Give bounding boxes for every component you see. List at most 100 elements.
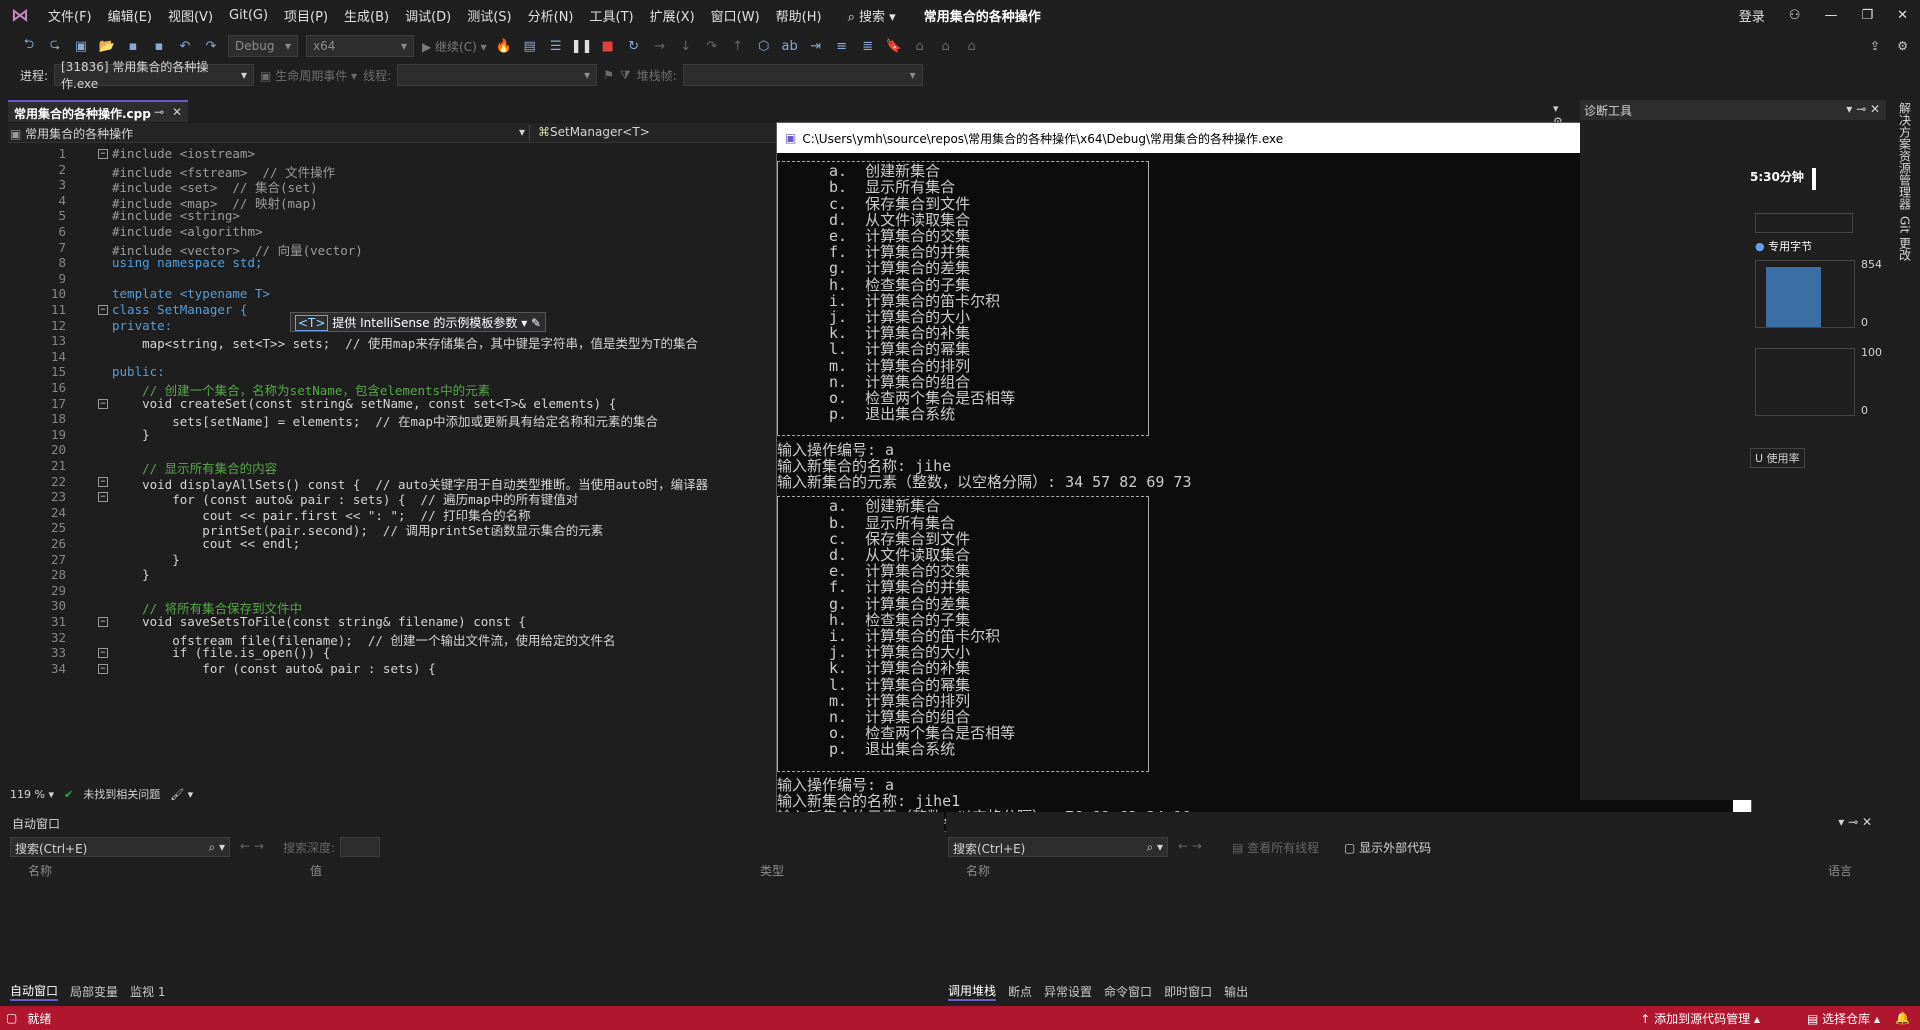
thread-select[interactable]: ▾ [397,64,598,86]
select-repo-button[interactable]: ▤ 选择仓库 ▴ [1807,1010,1880,1027]
menu-extensions[interactable]: 扩展(X) [642,6,703,25]
save-all-icon[interactable]: ▪ [150,37,168,55]
restore-icon[interactable]: ❐ [1849,8,1885,23]
config-select[interactable]: Debug ▾ [228,35,298,57]
col-value[interactable]: 值 [310,862,760,882]
login-button[interactable]: 登录 [1727,6,1777,25]
zoom-select[interactable]: 119 % ▾ [10,788,54,801]
col-name[interactable]: 名称 [10,862,310,882]
fold-toggle-icon[interactable]: − [98,492,108,503]
tab-exception-settings[interactable]: 异常设置 [1044,983,1092,1000]
step-over-icon[interactable]: ↷ [703,37,721,55]
nav-project-dropdown[interactable]: ▣ 常用集合的各种操作 ▾ [10,125,530,141]
menu-build[interactable]: 生成(B) [336,6,397,25]
spell-icon[interactable]: ab [781,37,799,55]
step-out-icon[interactable]: ↑ [729,37,747,55]
tab-output[interactable]: 输出 [1224,983,1248,1000]
comment-icon[interactable]: ≡ [833,37,851,55]
add-source-control-button[interactable]: ↑ 添加到源代码管理 ▴ [1640,1010,1760,1027]
menu-tools[interactable]: 工具(T) [582,6,642,25]
fold-toggle-icon[interactable]: − [98,305,108,315]
fold-toggle-icon[interactable]: − [98,476,108,487]
hot-reload-icon[interactable]: 🔥 [495,37,513,55]
tab-breakpoints[interactable]: 断点 [1008,983,1032,1000]
tab-watch1[interactable]: 监视 1 [130,983,165,1000]
brush-icon[interactable]: 🖌 ▾ [170,788,193,801]
tab-immediate-window[interactable]: 即时窗口 [1164,983,1212,1000]
all-threads-button[interactable]: ▤ 查看所有线程 [1232,839,1319,856]
panel-controls-icon[interactable]: ▾ ⊸ ✕ [1838,815,1872,829]
minimize-icon[interactable]: — [1812,8,1849,23]
menu-help[interactable]: 帮助(H) [768,6,830,25]
pause-icon[interactable]: ❚❚ [571,37,593,55]
fold-toggle-icon[interactable]: − [98,398,108,409]
browse-icon[interactable]: ▤ [521,37,539,55]
indent-icon[interactable]: ⇥ [807,37,825,55]
nav-arrows-icon[interactable]: ← → [1178,839,1202,853]
issues-status[interactable]: 未找到相关问题 [83,786,160,802]
search-icon[interactable]: ⌕ ▾ [1146,840,1163,855]
menu-project[interactable]: 项目(P) [276,6,336,25]
col-language[interactable]: 语言 [1828,862,1852,882]
uncomment-icon[interactable]: ≣ [859,37,877,55]
menu-edit[interactable]: 编辑(E) [100,6,160,25]
notifications-icon[interactable]: 🔔 [1895,1011,1910,1025]
git-changes-tab[interactable]: Git 更改 [1897,216,1914,261]
menu-window[interactable]: 窗口(W) [703,6,768,25]
restart-icon[interactable]: ↻ [625,37,643,55]
search-button[interactable]: ⌕ 搜索 ▾ [840,6,904,25]
stack-frame-select[interactable]: ▾ [682,64,923,86]
solution-explorer-tab[interactable]: 解决方案资源管理器 [1897,102,1914,210]
fold-toggle-icon[interactable]: − [98,663,108,674]
panel-controls-icon[interactable]: ▾ ⊸ ✕ [1846,102,1880,116]
tab-command-window[interactable]: 命令窗口 [1104,983,1152,1000]
menu-git[interactable]: Git(G) [221,8,276,23]
cpu-usage-tab[interactable]: U 使用率 [1750,448,1805,468]
nav-arrows-icon[interactable]: ← → [240,839,264,853]
col-name[interactable]: 名称 [948,862,1828,882]
layout-icon[interactable]: ☰ [547,37,565,55]
menu-debug[interactable]: 调试(D) [397,6,459,25]
undo-icon[interactable]: ↶ [176,37,194,55]
save-icon[interactable]: ▪ [124,37,142,55]
vs-logo-icon[interactable]: ⋈ [0,0,40,30]
tab-autos[interactable]: 自动窗口 [10,982,59,1001]
stop-icon[interactable]: ■ [599,37,617,55]
tab-cpp-file[interactable]: 常用集合的各种操作.cpp ⊸ ✕ [8,100,188,122]
menu-test[interactable]: 测试(S) [459,6,519,25]
process-select[interactable]: [31836] 常用集合的各种操作.exe ▾ [54,60,255,91]
menu-analyze[interactable]: 分析(N) [520,6,582,25]
callstack-search-input[interactable]: 搜索(Ctrl+E) ⌕ ▾ [948,837,1168,857]
tab-callstack[interactable]: 调用堆栈 [948,982,997,1001]
fold-toggle-icon[interactable]: − [98,648,108,659]
menu-view[interactable]: 视图(V) [160,6,221,25]
forward-icon[interactable]: ⮎ [46,37,64,55]
step-into-icon[interactable]: ↓ [677,37,695,55]
back-icon[interactable]: ⮌ [20,37,38,55]
show-next-icon[interactable]: → [651,37,669,55]
flag-icon[interactable]: ⚑ [603,68,614,82]
col-type[interactable]: 类型 [760,862,910,882]
redo-icon[interactable]: ↷ [202,37,220,55]
breakpoint-icon[interactable]: ⬡ [755,37,773,55]
bookmark-next-icon[interactable]: ⌂ [937,37,955,55]
search-depth-select[interactable] [340,837,380,857]
pin-icon[interactable]: ⊸ [154,105,164,119]
edit-icon[interactable]: ✎ [531,316,541,330]
account-icon[interactable]: ⚇ [1777,8,1813,23]
search-icon[interactable]: ⌕ ▾ [208,840,225,855]
fold-toggle-icon[interactable]: − [98,149,108,159]
lifecycle-button[interactable]: ▣ 生命周期事件 ▾ [260,67,357,84]
tab-locals[interactable]: 局部变量 [70,983,118,1000]
external-code-button[interactable]: ▢ 显示外部代码 [1344,839,1431,856]
close-tab-icon[interactable]: ✕ [172,105,182,119]
continue-button[interactable]: ▶ 继续(C) ▾ [422,38,487,55]
filter-icon[interactable]: ⧩ [620,68,631,83]
bookmark-clear-icon[interactable]: ⌂ [963,37,981,55]
bookmark-prev-icon[interactable]: ⌂ [911,37,929,55]
code-editor[interactable]: 1− #include <iostream> 2 #include <fstream>… [8,143,778,783]
intellisense-template-hint[interactable]: <T> 提供 IntelliSense 的示例模板参数 ▾ ✎ [290,312,547,332]
platform-select[interactable]: x64 ▾ [306,35,414,57]
close-icon[interactable]: ✕ [1885,8,1920,23]
new-project-icon[interactable]: ▣ [72,37,90,55]
